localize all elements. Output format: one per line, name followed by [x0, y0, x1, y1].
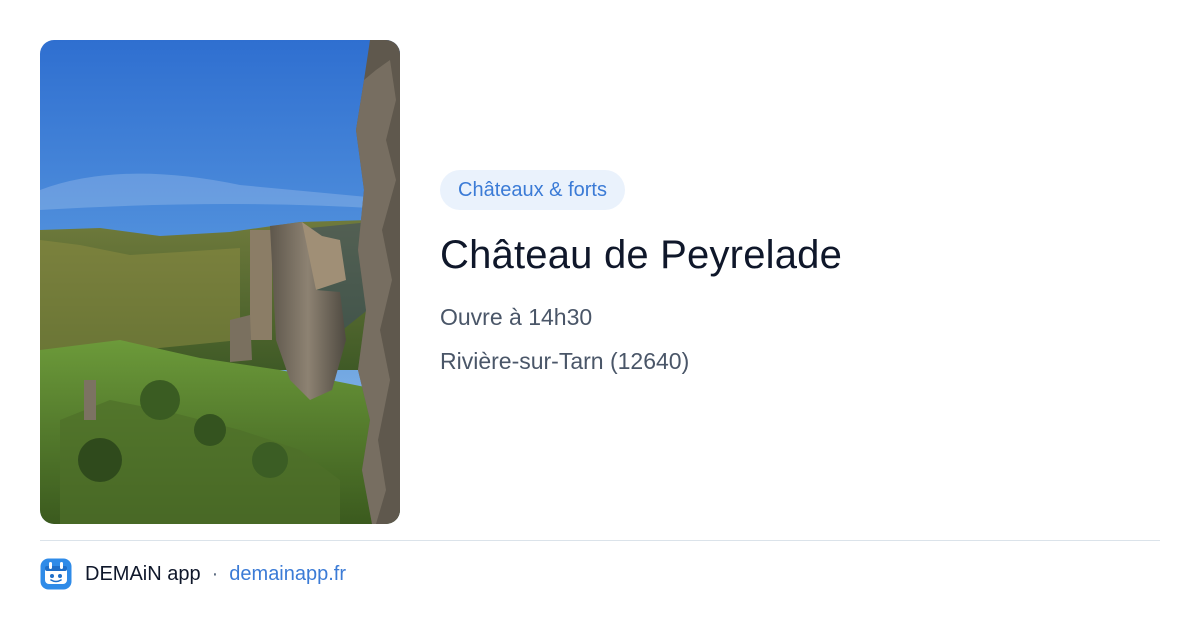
category-chip[interactable]: Châteaux & forts: [440, 170, 625, 210]
app-name: DEMAiN app: [85, 562, 201, 585]
demain-app-logo-icon: [40, 558, 72, 590]
place-address: Rivière-sur-Tarn (12640): [440, 348, 690, 374]
footer-divider: [40, 540, 1160, 541]
app-domain-link[interactable]: demainapp.fr: [229, 563, 346, 586]
footer-separator: ·: [211, 562, 219, 585]
opening-hours: Ouvre à 14h30: [440, 304, 593, 330]
place-photo[interactable]: [40, 40, 400, 524]
place-title: Château de Peyrelade: [440, 233, 843, 277]
place-info: Châteaux & forts Château de Peyrelade Ou…: [440, 170, 1160, 376]
footer: DEMAiN app · demainapp.fr: [40, 558, 346, 590]
